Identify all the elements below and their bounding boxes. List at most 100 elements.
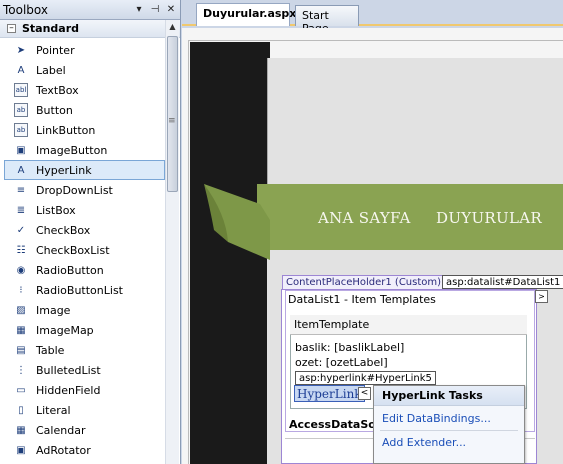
toolbox-item-label: CheckBox [36, 223, 91, 237]
close-icon[interactable]: ✕ [164, 4, 178, 15]
button-icon: ab [14, 103, 28, 117]
scrollbar-thumb[interactable] [167, 36, 178, 192]
literal-icon: ▯ [18, 404, 24, 416]
ribbon-decoration [204, 184, 270, 260]
toolbox-item-label: Pointer [36, 43, 75, 57]
toolbox-item-button[interactable]: ab Button [4, 100, 165, 120]
toolbox-item-label: Button [36, 103, 73, 117]
baslik-label-line[interactable]: baslik: [baslikLabel] [295, 341, 404, 354]
calendar-icon: ▦ [16, 424, 26, 436]
toolbox-item-hiddenfield[interactable]: ▭ HiddenField [4, 380, 165, 400]
toolbox-title-bar: Toolbox ▾ ⊣ ✕ [0, 0, 180, 20]
toolbox-item-bulletedlist[interactable]: ⋮ BulletedList [4, 360, 165, 380]
toolbox-item-label: HyperLink [36, 163, 92, 177]
page-header-area [267, 58, 563, 198]
checkboxlist-icon: ☷ [16, 244, 26, 256]
toolbox-item-label[interactable]: A Label [4, 60, 165, 80]
toolbox-item-dropdownlist[interactable]: ≡ DropDownList [4, 180, 165, 200]
toolbox-item-label: RadioButton [36, 263, 104, 277]
toolbox-item-image[interactable]: ▨ Image [4, 300, 165, 320]
hyperlink-tasks-popup: HyperLink Tasks Edit DataBindings... Add… [373, 385, 525, 464]
toolbox-item-label: ImageButton [36, 143, 108, 157]
toolbox-item-listbox[interactable]: ≣ ListBox [4, 200, 165, 220]
edit-databindings-link[interactable]: Edit DataBindings... [382, 412, 491, 425]
access-datasource-label[interactable]: AccessDataSou [289, 418, 384, 431]
toolbox-item-calendar[interactable]: ▦ Calendar [4, 420, 165, 440]
scrollbar-grip-icon: ≡ [168, 116, 176, 126]
toolbox-item-label: Label [36, 63, 66, 77]
toolbox-item-label: ImageMap [36, 323, 94, 337]
imagebutton-icon: ▣ [16, 144, 26, 156]
content-placeholder-label[interactable]: ContentPlaceHolder1 (Custom) [282, 275, 446, 289]
add-extender-link[interactable]: Add Extender... [382, 436, 466, 449]
label-icon: A [17, 64, 25, 76]
toolbox-item-list: ➤ Pointer A Label abl TextBox ab Button ab LinkBu… [0, 40, 165, 460]
toolbox-item-label: ListBox [36, 203, 76, 217]
toolbox-item-literal[interactable]: ▯ Literal [4, 400, 165, 420]
imagemap-icon: ▦ [16, 324, 26, 336]
dropdownlist-icon: ≡ [16, 184, 26, 196]
hyperlink-tag[interactable]: asp:hyperlink#HyperLink5 [295, 371, 436, 385]
linkbutton-icon: ab [14, 123, 28, 137]
design-surface[interactable]: ANA SAYFA DUYURULAR ContentPlaceHolder1 … [182, 28, 563, 464]
toolbox-item-checkboxlist[interactable]: ☷ CheckBoxList [4, 240, 165, 260]
table-icon: ▤ [16, 344, 26, 356]
toolbox-item-label: Image [36, 303, 71, 317]
toolbox-item-adrotator[interactable]: ▣ AdRotator [4, 440, 165, 460]
toolbox-scrollbar[interactable]: ▲ ≡ [165, 20, 179, 464]
nav-link-ana-sayfa[interactable]: ANA SAYFA [318, 209, 411, 227]
bulletedlist-icon: ⋮ [16, 364, 26, 376]
toolbox-item-label: RadioButtonList [36, 283, 123, 297]
toolbox-item-label: Literal [36, 403, 71, 417]
toolbox-item-label: Table [36, 343, 65, 357]
checkbox-icon: ✓ [16, 224, 26, 236]
toolbox-item-label: LinkButton [36, 123, 96, 137]
listbox-icon: ≣ [16, 204, 26, 216]
toolbox-item-label: BulletedList [36, 363, 101, 377]
tab-duyurular-aspx[interactable]: Duyurular.aspx* [196, 3, 302, 26]
hyperlink-control[interactable]: HyperLink [294, 385, 365, 402]
hiddenfield-icon: ▭ [16, 384, 26, 396]
hyperlink-icon: A [17, 164, 25, 176]
datalist-smart-tag-button[interactable]: > [535, 290, 548, 303]
ozet-label-line[interactable]: ozet: [ozetLabel] [295, 356, 388, 369]
toolbox-item-radiobuttonlist[interactable]: ⁝ RadioButtonList [4, 280, 165, 300]
toolbox-panel: Toolbox ▾ ⊣ ✕ – Standard ➤ Pointer A Label a… [0, 0, 181, 464]
pointer-arrow-icon: ➤ [16, 44, 26, 56]
toolbox-group-label: Standard [22, 22, 80, 35]
toolbox-item-label: HiddenField [36, 383, 101, 397]
toolbox-item-imagebutton[interactable]: ▣ ImageButton [4, 140, 165, 160]
window-position-icon[interactable]: ▾ [132, 4, 146, 15]
autohide-pin-icon[interactable]: ⊣ [148, 4, 162, 15]
tasks-divider [380, 430, 518, 431]
tasks-popup-title: HyperLink Tasks [374, 386, 524, 406]
toolbox-item-pointer[interactable]: ➤ Pointer [4, 40, 165, 60]
toolbox-item-hyperlink[interactable]: A HyperLink [4, 160, 165, 180]
nav-link-duyurular[interactable]: DUYURULAR [436, 209, 542, 227]
hyperlink-smart-tag-button[interactable]: < [358, 387, 371, 400]
scroll-up-icon[interactable]: ▲ [166, 20, 179, 34]
toolbox-item-label: DropDownList [36, 183, 113, 197]
radiobutton-icon: ◉ [16, 264, 26, 276]
tab-start-page[interactable]: Start Page [295, 5, 359, 35]
toolbox-item-checkbox[interactable]: ✓ CheckBox [4, 220, 165, 240]
datalist-tag[interactable]: asp:datalist#DataList1 [442, 275, 563, 289]
toolbox-title: Toolbox [3, 2, 48, 17]
toolbox-item-label: Calendar [36, 423, 86, 437]
textbox-icon: abl [14, 83, 28, 97]
toolbox-item-radiobutton[interactable]: ◉ RadioButton [4, 260, 165, 280]
image-icon: ▨ [16, 304, 26, 316]
toolbox-item-linkbutton[interactable]: ab LinkButton [4, 120, 165, 140]
item-template-header: ItemTemplate [290, 315, 527, 335]
toolbox-group-standard[interactable]: – Standard [0, 20, 180, 38]
radiobuttonlist-icon: ⁝ [19, 284, 23, 296]
collapse-icon[interactable]: – [7, 24, 16, 33]
toolbox-item-label: TextBox [36, 83, 79, 97]
document-tab-bar: Duyurular.aspx* Start Page [182, 0, 563, 35]
datalist-title: DataList1 - Item Templates [288, 293, 436, 306]
toolbox-item-imagemap[interactable]: ▦ ImageMap [4, 320, 165, 340]
toolbox-item-textbox[interactable]: abl TextBox [4, 80, 165, 100]
toolbox-item-table[interactable]: ▤ Table [4, 340, 165, 360]
toolbox-item-label: CheckBoxList [36, 243, 110, 257]
adrotator-icon: ▣ [16, 444, 26, 456]
